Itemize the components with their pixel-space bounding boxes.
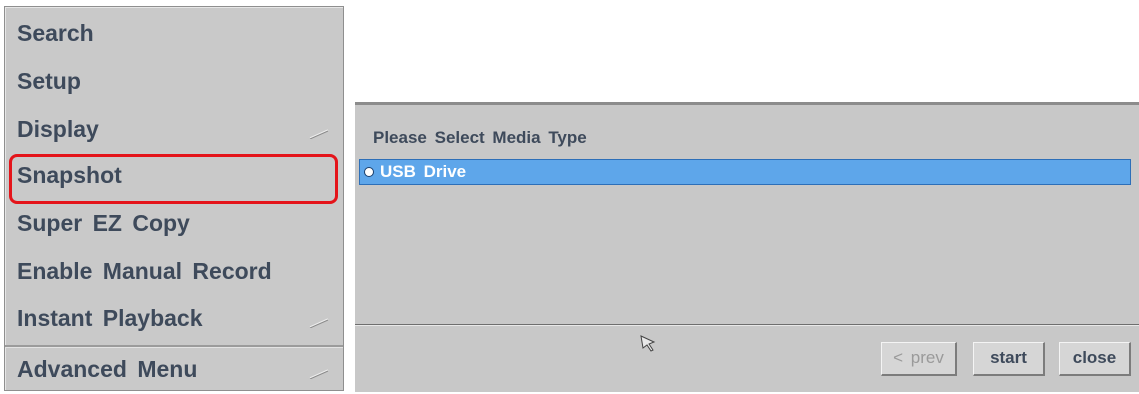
- menu-item-label: Setup: [17, 68, 81, 94]
- media-select-dialog: Please Select Media Type USB Drive < pre…: [355, 102, 1139, 392]
- snapshot-highlight-annotation: [9, 154, 338, 204]
- dialog-divider: [355, 324, 1139, 326]
- mouse-pointer-icon: [640, 335, 656, 352]
- prev-button[interactable]: < prev: [881, 342, 957, 376]
- start-button[interactable]: start: [973, 342, 1045, 376]
- close-button[interactable]: close: [1059, 342, 1131, 376]
- menu-item-advanced-menu[interactable]: Advanced Menu: [5, 347, 343, 391]
- dialog-title: Please Select Media Type: [373, 128, 587, 147]
- media-type-list: USB Drive: [359, 159, 1131, 185]
- media-option-usb-drive[interactable]: USB Drive: [359, 159, 1131, 185]
- menu-item-display[interactable]: Display: [5, 107, 343, 151]
- screen: Search Setup Display Snapshot Super EZ C…: [0, 0, 1139, 394]
- menu-item-setup[interactable]: Setup: [5, 59, 343, 103]
- submenu-arrow-icon: [309, 318, 329, 328]
- menu-item-label: Search: [17, 20, 94, 46]
- menu-item-super-ez-copy[interactable]: Super EZ Copy: [5, 201, 343, 245]
- menu-item-label: Display: [17, 116, 99, 142]
- media-option-label: USB Drive: [380, 162, 467, 181]
- menu-item-search[interactable]: Search: [5, 11, 343, 55]
- menu-item-label: Enable Manual Record: [17, 258, 272, 284]
- menu-item-instant-playback[interactable]: Instant Playback: [5, 296, 343, 340]
- radio-selected-icon[interactable]: [364, 167, 374, 177]
- menu-item-enable-manual-record[interactable]: Enable Manual Record: [5, 249, 343, 293]
- context-menu: Search Setup Display Snapshot Super EZ C…: [4, 6, 344, 391]
- menu-item-label: Super EZ Copy: [17, 210, 190, 236]
- menu-item-label: Instant Playback: [17, 305, 203, 331]
- submenu-arrow-icon: [309, 369, 329, 379]
- submenu-arrow-icon: [309, 129, 329, 139]
- menu-item-label: Advanced Menu: [17, 356, 198, 382]
